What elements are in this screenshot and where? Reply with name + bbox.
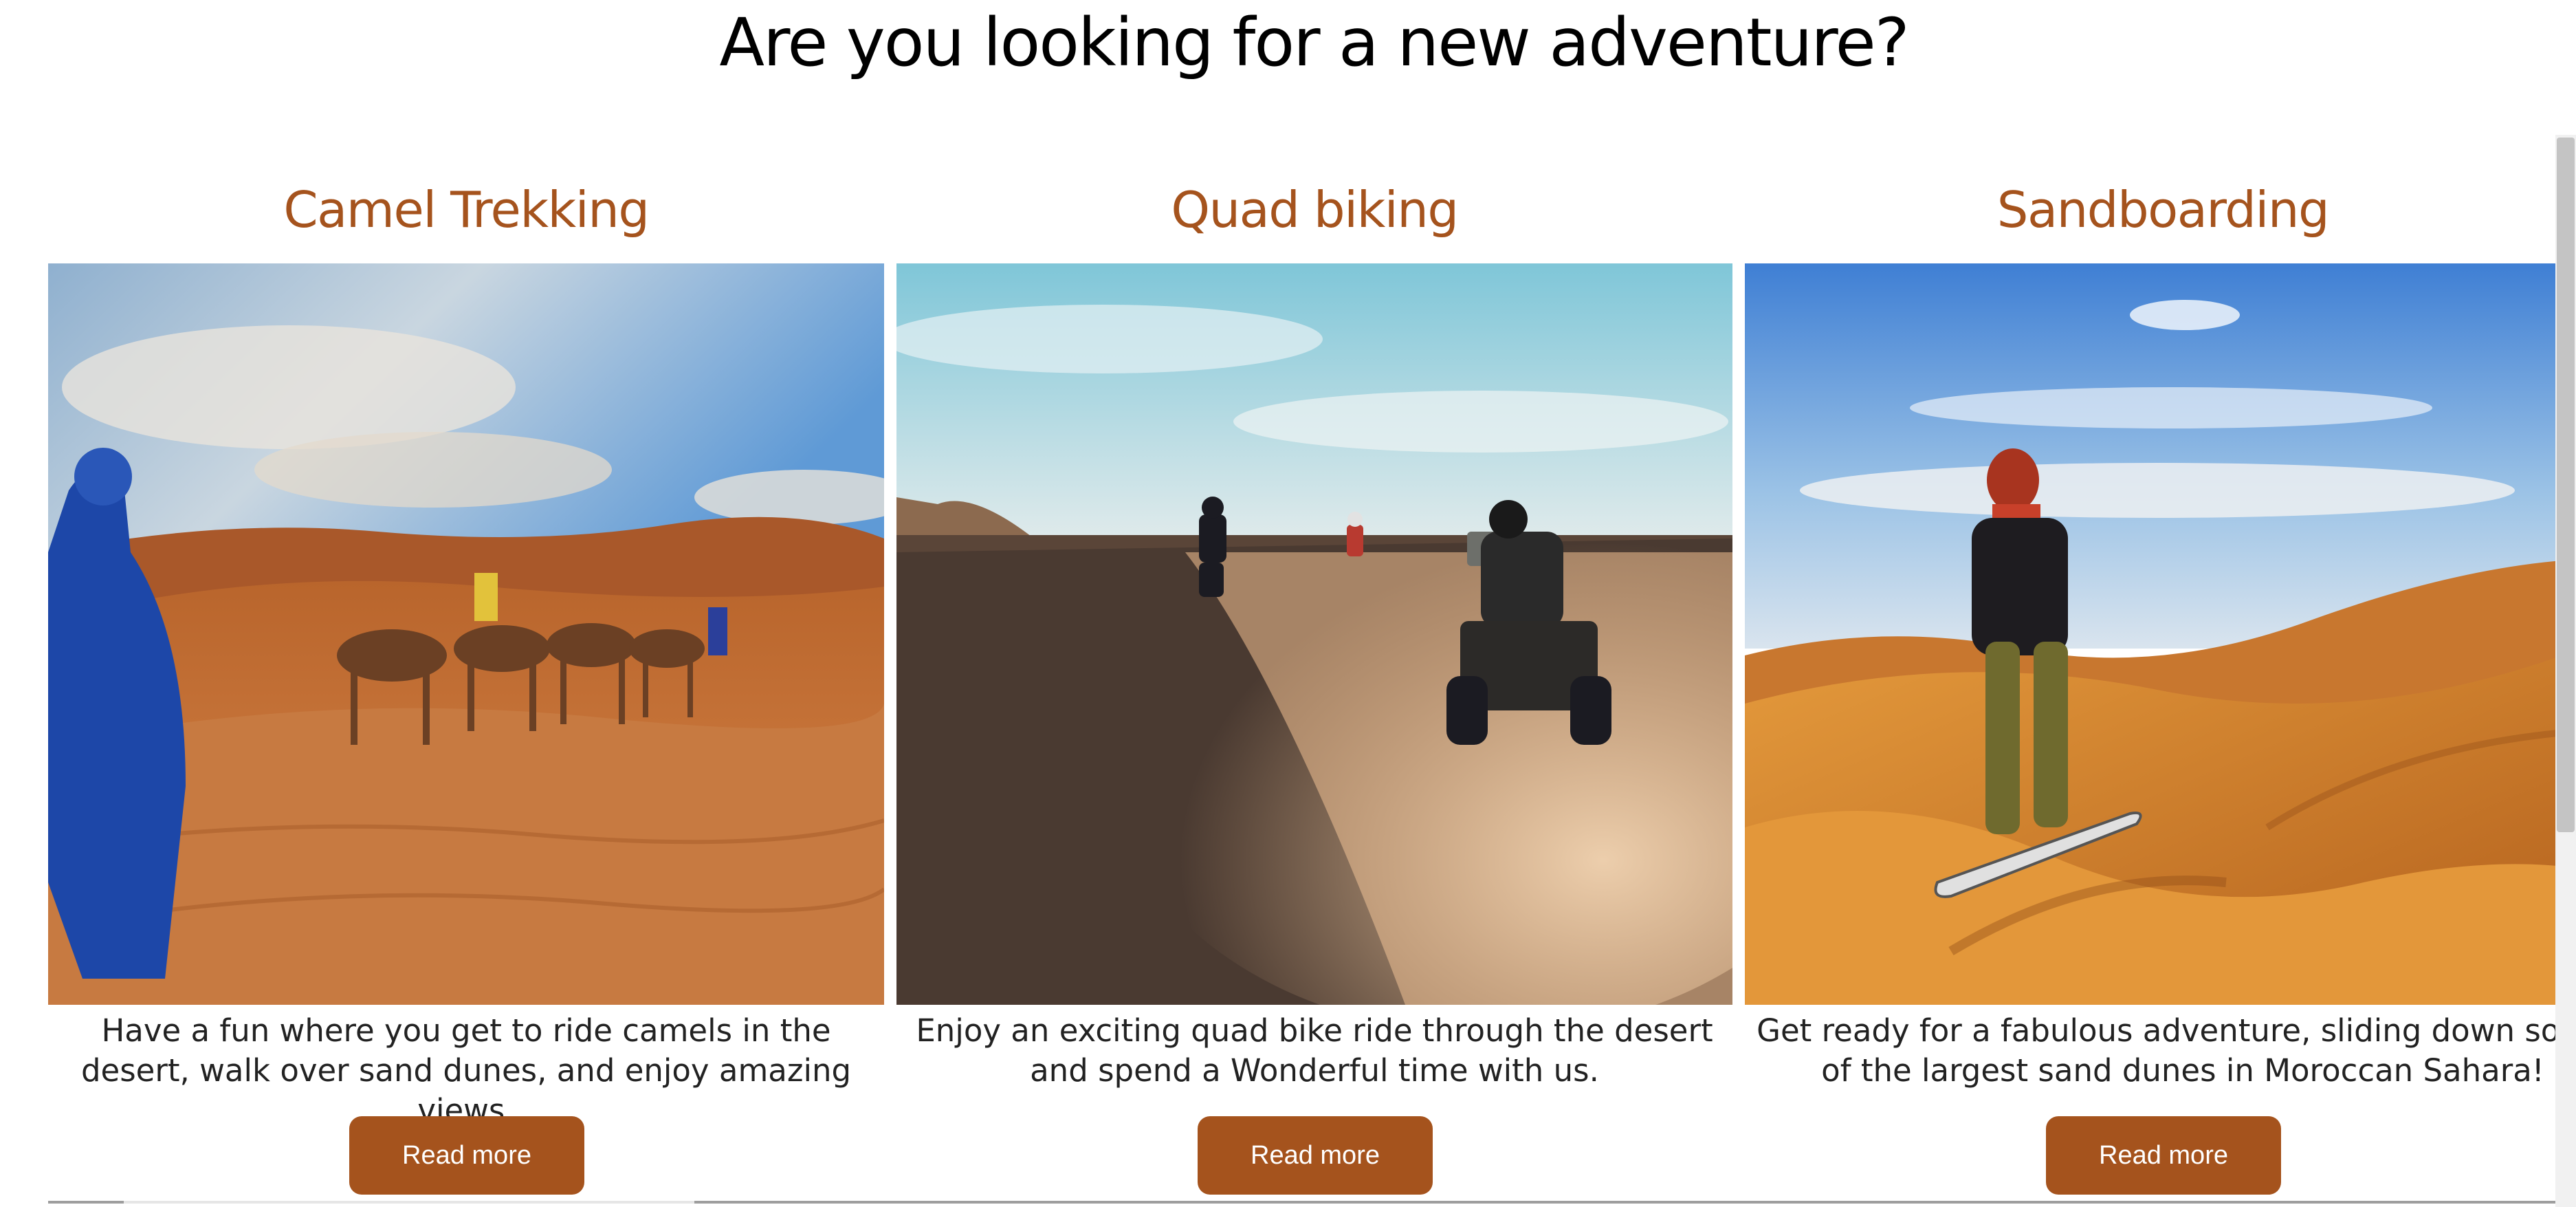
card-quad-biking: Quad biking Enjoy an exciting quad bike … xyxy=(896,172,1732,1207)
card-sandboarding: Sandboarding Get ready for a fabulous ad… xyxy=(1745,172,2576,1207)
read-more-button[interactable]: Read more xyxy=(349,1116,584,1195)
card-description: Enjoy an exciting quad bike ride through… xyxy=(916,1012,1713,1089)
card-title: Sandboarding xyxy=(1996,181,2330,239)
card-description: Get ready for a fabulous adventure, slid… xyxy=(1757,1012,2576,1089)
card-camel-trekking: Camel Trekking Have a fun where you get … xyxy=(48,172,884,1207)
page-title: Are you looking for a new adventure? xyxy=(719,4,1909,81)
read-more-button[interactable]: Read more xyxy=(2046,1116,2281,1195)
quad-biking-image xyxy=(896,263,1732,1005)
adventure-cards: Camel Trekking Have a fun where you get … xyxy=(48,172,2576,1207)
card-title: Quad biking xyxy=(1171,181,1459,239)
horizontal-scrollbar-thumb[interactable] xyxy=(124,1201,694,1204)
read-more-button[interactable]: Read more xyxy=(1198,1116,1433,1195)
card-description: Have a fun where you get to ride camels … xyxy=(80,1012,852,1129)
sandboarding-image xyxy=(1745,263,2576,1005)
vertical-scrollbar-thumb[interactable] xyxy=(2557,138,2575,832)
card-title: Camel Trekking xyxy=(283,181,650,239)
camel-trekking-image xyxy=(48,263,884,1005)
